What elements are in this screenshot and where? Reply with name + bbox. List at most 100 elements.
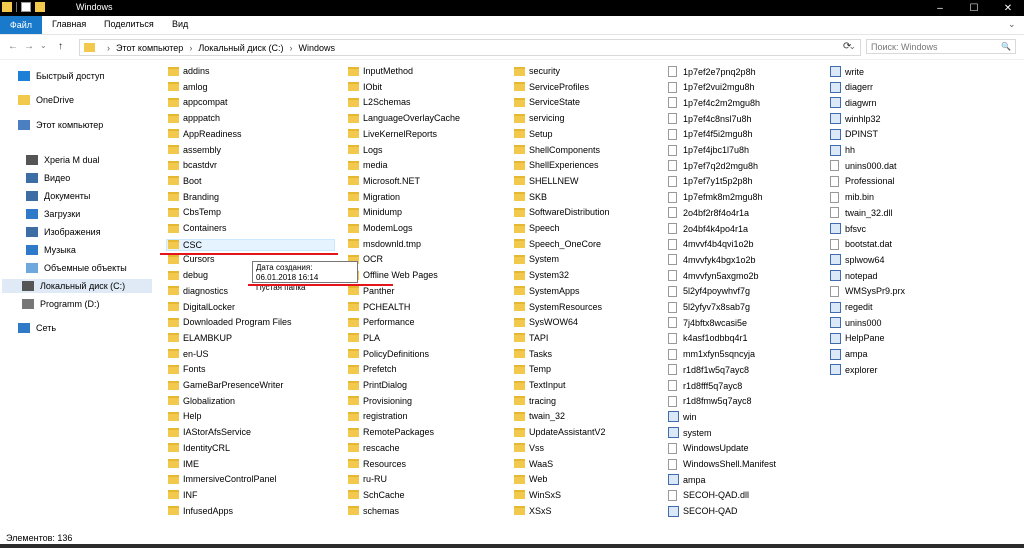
sidebar-item-0[interactable]: Быстрый доступ bbox=[18, 71, 104, 81]
file-item[interactable]: DPINST bbox=[830, 128, 878, 140]
folder-item[interactable]: SHELLNEW bbox=[514, 176, 579, 186]
folder-item[interactable]: rescache bbox=[348, 443, 400, 453]
up-button[interactable]: ↑ bbox=[58, 41, 63, 52]
folder-item[interactable]: PrintDialog bbox=[348, 380, 407, 390]
folder-item[interactable]: System32 bbox=[514, 270, 569, 280]
file-item[interactable]: notepad bbox=[830, 270, 878, 282]
file-item[interactable]: Professional bbox=[830, 175, 895, 187]
folder-item[interactable]: apppatch bbox=[168, 113, 220, 123]
file-item[interactable]: regedit bbox=[830, 301, 873, 313]
file-item[interactable]: twain_32.dll bbox=[830, 207, 893, 219]
folder-item[interactable]: IME bbox=[168, 459, 199, 469]
breadcrumb-drive-c[interactable]: Локальный диск (C:) bbox=[198, 43, 283, 53]
folder-item[interactable]: L2Schemas bbox=[348, 97, 411, 107]
folder-item[interactable]: debug bbox=[168, 270, 208, 280]
folder-item[interactable]: Tasks bbox=[514, 349, 552, 359]
tab-home[interactable]: Главная bbox=[52, 19, 86, 29]
folder-item[interactable]: Temp bbox=[514, 364, 551, 374]
folder-item[interactable]: SoftwareDistribution bbox=[514, 207, 610, 217]
file-item[interactable]: r1d8f1w5q7ayc8 bbox=[668, 364, 749, 376]
sidebar-item-6[interactable]: Загрузки bbox=[26, 209, 80, 219]
folder-item[interactable]: Panther bbox=[348, 286, 395, 296]
file-item[interactable]: 5l2yf4poywhvf7g bbox=[668, 285, 750, 297]
folder-item[interactable]: CbsTemp bbox=[168, 207, 221, 217]
file-item[interactable]: splwow64 bbox=[830, 254, 885, 266]
folder-item[interactable]: AppReadiness bbox=[168, 129, 242, 139]
folder-item[interactable]: Performance bbox=[348, 317, 415, 327]
sidebar-item-11[interactable]: Локальный диск (C:) bbox=[2, 279, 152, 293]
folder-item[interactable]: registration bbox=[348, 411, 408, 421]
folder-item[interactable]: Fonts bbox=[168, 364, 206, 374]
file-item[interactable]: 2o4bf4k4po4r1a bbox=[668, 223, 748, 234]
recent-locations-button[interactable]: ⌄ bbox=[40, 41, 47, 50]
properties-icon[interactable] bbox=[21, 2, 31, 12]
folder-item[interactable]: Web bbox=[514, 474, 547, 484]
maximize-button[interactable]: ☐ bbox=[958, 0, 990, 16]
folder-item[interactable]: SystemResources bbox=[514, 302, 602, 312]
folder-item[interactable]: Resources bbox=[348, 459, 406, 469]
folder-item[interactable]: Logs bbox=[348, 145, 383, 155]
file-item[interactable]: 4mvvfyk4bgx1o2b bbox=[668, 254, 756, 266]
file-item[interactable]: r1d8fff5q7ayc8 bbox=[668, 380, 742, 391]
file-item[interactable]: 1p7efmk8m2mgu8h bbox=[668, 191, 763, 203]
file-item[interactable]: 4mvvf4b4qvi1o2b bbox=[668, 238, 754, 250]
folder-item[interactable]: LanguageOverlayCache bbox=[348, 113, 460, 123]
folder-item[interactable]: SystemApps bbox=[514, 286, 580, 296]
sidebar-item-7[interactable]: Изображения bbox=[26, 227, 101, 237]
folder-item[interactable]: PLA bbox=[348, 333, 380, 343]
folder-item[interactable]: XSxS bbox=[514, 506, 552, 516]
folder-item[interactable]: LiveKernelReports bbox=[348, 129, 437, 139]
file-item[interactable]: k4asf1odbbq4r1 bbox=[668, 332, 748, 344]
folder-item[interactable]: SKB bbox=[514, 192, 547, 202]
folder-item[interactable]: Speech_OneCore bbox=[514, 239, 601, 249]
folder-item[interactable]: ServiceProfiles bbox=[514, 82, 589, 92]
tab-file[interactable]: Файл bbox=[0, 16, 42, 34]
folder-item[interactable]: PCHEALTH bbox=[348, 302, 410, 312]
file-item[interactable]: hh bbox=[830, 144, 855, 156]
folder-item[interactable]: TextInput bbox=[514, 380, 566, 390]
back-button[interactable]: ← bbox=[8, 41, 18, 52]
folder-item[interactable]: System bbox=[514, 254, 559, 264]
folder-item[interactable]: Minidump bbox=[348, 207, 402, 217]
folder-item[interactable]: appcompat bbox=[168, 97, 228, 107]
file-item[interactable]: WindowsUpdate bbox=[668, 442, 749, 454]
folder-item[interactable]: media bbox=[348, 160, 388, 170]
folder-item[interactable]: Setup bbox=[514, 129, 553, 139]
folder-item[interactable]: Cursors bbox=[168, 254, 215, 264]
folder-item[interactable]: INF bbox=[168, 490, 198, 500]
close-button[interactable]: ✕ bbox=[992, 0, 1024, 16]
file-item[interactable]: 4mvvfyn5axgmo2b bbox=[668, 270, 759, 282]
folder-item[interactable]: Help bbox=[168, 411, 202, 421]
file-item[interactable]: write bbox=[830, 66, 864, 77]
folder-item[interactable]: ServiceState bbox=[514, 97, 580, 107]
sidebar-item-3[interactable]: Xperia M dual bbox=[26, 155, 100, 165]
sidebar-item-4[interactable]: Видео bbox=[26, 173, 70, 183]
folder-item[interactable]: IAStorAfsService bbox=[168, 427, 251, 437]
sidebar-item-1[interactable]: OneDrive bbox=[18, 95, 74, 105]
file-item[interactable]: 1p7ef4jbc1l7u8h bbox=[668, 144, 749, 156]
file-item[interactable]: r1d8fmw5q7ayc8 bbox=[668, 395, 752, 407]
folder-item[interactable]: InputMethod bbox=[348, 66, 413, 76]
sidebar-item-9[interactable]: Объемные объекты bbox=[26, 263, 127, 273]
breadcrumb-this-pc[interactable]: Этот компьютер bbox=[116, 43, 183, 53]
folder-item[interactable]: GameBarPresenceWriter bbox=[168, 380, 283, 390]
file-item[interactable]: WMSysPr9.prx bbox=[830, 285, 905, 297]
folder-item[interactable]: tracing bbox=[514, 396, 556, 406]
folder-item[interactable]: Branding bbox=[168, 192, 219, 202]
folder-item[interactable]: en-US bbox=[168, 349, 209, 359]
folder-item[interactable]: Globalization bbox=[168, 396, 235, 406]
file-item[interactable]: 1p7ef4c8nsl7u8h bbox=[668, 113, 752, 125]
folder-item[interactable]: ImmersiveControlPanel bbox=[168, 474, 277, 484]
file-item[interactable]: winhlp32 bbox=[830, 113, 881, 125]
file-item[interactable]: unins000 bbox=[830, 317, 882, 329]
file-item[interactable]: mib.bin bbox=[830, 191, 874, 203]
folder-item[interactable]: diagnostics bbox=[168, 286, 228, 296]
folder-item[interactable]: servicing bbox=[514, 113, 565, 123]
file-item[interactable]: 1p7ef2vui2mgu8h bbox=[668, 81, 755, 93]
sidebar-item-5[interactable]: Документы bbox=[26, 191, 90, 201]
folder-item[interactable]: UpdateAssistantV2 bbox=[514, 427, 606, 437]
sidebar-item-13[interactable]: Сеть bbox=[18, 323, 56, 333]
file-item[interactable]: 1p7ef7y1t5p2p8h bbox=[668, 175, 753, 187]
folder-item[interactable]: Vss bbox=[514, 443, 544, 453]
file-item[interactable]: bootstat.dat bbox=[830, 238, 892, 250]
